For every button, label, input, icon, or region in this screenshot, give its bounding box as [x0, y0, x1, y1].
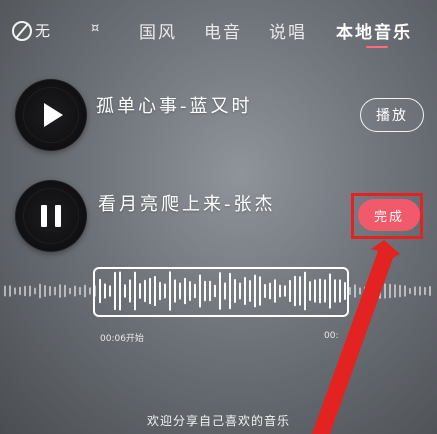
active-tab-indicator — [366, 46, 388, 48]
waveform-bar — [379, 283, 381, 299]
waveform-bar — [374, 283, 376, 299]
waveform-bar — [59, 284, 61, 298]
waveform-bar — [34, 287, 36, 295]
tab-dianyin[interactable]: 电音 — [204, 18, 242, 43]
waveform-bar — [424, 286, 426, 296]
waveform-bar — [84, 284, 86, 298]
prohibited-icon — [12, 20, 32, 41]
song-2-title: 看月亮爬上来-张杰 — [98, 194, 276, 215]
play-icon — [44, 103, 63, 127]
song-1-play-toggle[interactable] — [15, 79, 87, 151]
waveform-bar — [44, 285, 46, 297]
tab-shuochang[interactable]: 说唱 — [269, 18, 307, 43]
waveform-bar — [29, 285, 31, 297]
waveform-bar — [419, 286, 421, 296]
waveform-bar — [359, 287, 361, 295]
waveform-bar — [19, 286, 21, 296]
waveform-bar — [414, 286, 416, 296]
waveform-bar — [409, 287, 411, 295]
waveform-end-time: 00: — [324, 331, 339, 341]
waveform-bar — [389, 283, 391, 299]
waveform-bar — [399, 284, 401, 298]
waveform-bar — [14, 287, 16, 295]
tab-none-label: 无 — [35, 22, 51, 40]
waveform-bar — [4, 285, 6, 297]
waveform-selection-box[interactable] — [93, 267, 349, 317]
waveform-bar — [64, 284, 66, 298]
waveform-start-time: 00:06开始 — [100, 334, 144, 344]
song-1-play-button[interactable]: 播放 — [360, 98, 424, 132]
waveform-bar — [89, 287, 91, 295]
song-2-pause-toggle[interactable] — [15, 180, 87, 252]
waveform-bar — [39, 283, 41, 299]
waveform-bar — [384, 283, 386, 299]
waveform-bar — [49, 285, 51, 297]
annotation-highlight-box — [351, 193, 423, 239]
tab-local-music[interactable]: 本地音乐 — [336, 18, 412, 43]
waveform-bar — [364, 286, 366, 296]
waveform-bar — [394, 284, 396, 298]
waveform-bar — [369, 284, 371, 298]
waveform-bar — [404, 285, 406, 297]
waveform-bar — [429, 286, 431, 296]
waveform-bar — [79, 286, 81, 296]
waveform-bar — [54, 286, 56, 296]
waveform-bar — [69, 287, 71, 295]
waveform-bar — [354, 284, 356, 298]
tab-none[interactable]: 无 — [12, 20, 50, 41]
song-1-title: 孤单心事-蓝又时 — [96, 96, 253, 117]
waveform-bar — [24, 285, 26, 297]
waveform-bar — [9, 285, 11, 297]
footer-text: 欢迎分享自己喜欢的音乐 — [146, 414, 290, 428]
tab-bar: 无 ¤ 国风 电音 说唱 本地音乐 — [0, 14, 437, 50]
tab-1[interactable]: ¤ — [91, 21, 101, 36]
waveform-bar — [74, 285, 76, 297]
waveform-bar — [349, 286, 351, 296]
pause-icon — [41, 205, 61, 227]
tab-guofeng[interactable]: 国风 — [139, 18, 177, 43]
